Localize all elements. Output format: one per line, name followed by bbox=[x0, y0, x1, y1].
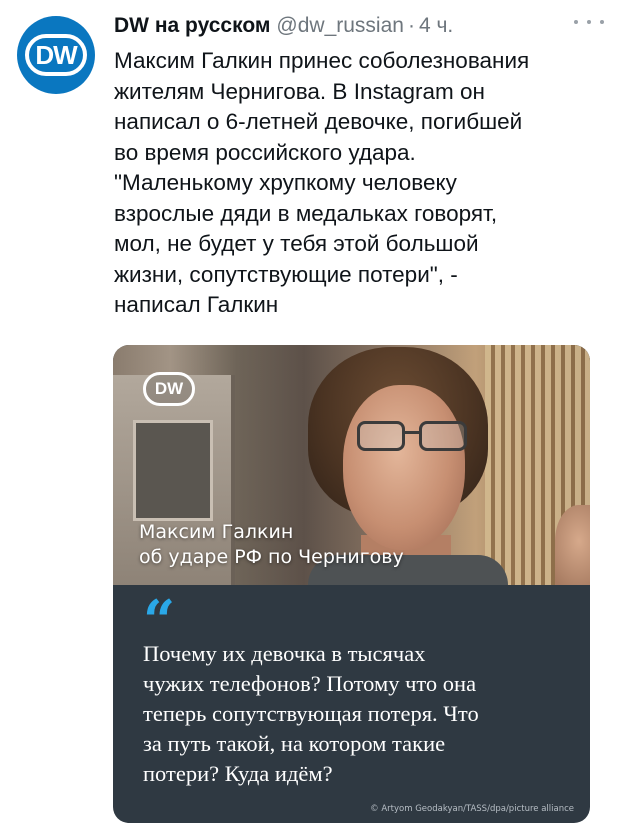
tweet-line: взрослые дяди в медальках говорят, bbox=[114, 200, 498, 226]
quote-text: Почему их девочка в тысячах чужих телефо… bbox=[143, 639, 563, 789]
tweet-header: DW на русском @dw_russian · 4 ч. bbox=[114, 14, 604, 44]
tweet-line: написал Галкин bbox=[114, 292, 279, 317]
avatar[interactable]: DW bbox=[17, 16, 95, 94]
glasses-right-lens bbox=[419, 421, 467, 451]
glasses-left-lens bbox=[357, 421, 405, 451]
background-person bbox=[555, 505, 590, 585]
more-dot bbox=[600, 20, 604, 24]
card-dw-logo: DW bbox=[143, 372, 195, 406]
quote-line: потери? Куда идём? bbox=[143, 761, 333, 786]
tweet-time[interactable]: 4 ч. bbox=[419, 14, 453, 38]
media-card[interactable]: DW Максим Галкин об ударе РФ по Чернигов… bbox=[113, 345, 590, 823]
tweet-line: жизни, сопутствующие потери", - bbox=[114, 261, 458, 287]
quote-line: теперь сопутствующая потеря. Что bbox=[143, 701, 479, 726]
tweet-line: написал о 6-летней девочке, погибшей bbox=[114, 109, 523, 134]
face bbox=[343, 385, 465, 550]
tweet-line: мол, не будет у тебя этой большой bbox=[114, 231, 479, 256]
glasses-bridge bbox=[403, 431, 421, 434]
tweet-line: "Маленькому хрупкому человеку bbox=[114, 170, 457, 195]
caption-subtitle: об ударе РФ по Чернигову bbox=[139, 546, 404, 568]
quote-line: Почему их девочка в тысячах bbox=[143, 641, 426, 666]
dw-logo: DW bbox=[25, 34, 87, 76]
tweet-line: Максим Галкин принес соболезнования bbox=[114, 48, 530, 73]
more-options-button[interactable] bbox=[574, 10, 604, 34]
photo-credit: © Artyom Geodakyan/TASS/dpa/picture alli… bbox=[370, 804, 574, 814]
quote-line: чужих телефонов? Потому что она bbox=[143, 671, 477, 696]
caption-name: Максим Галкин bbox=[139, 521, 294, 543]
background-window bbox=[133, 420, 213, 521]
separator: · bbox=[407, 14, 415, 37]
author-handle[interactable]: @dw_russian bbox=[276, 14, 404, 38]
tweet-line: жителям Чернигова. В Instagram он bbox=[114, 78, 485, 104]
author-name[interactable]: DW на русском bbox=[114, 14, 270, 38]
tweet-line: во время российского удара. bbox=[114, 139, 416, 165]
tweet-text: Максим Галкин принес соболезнования жите… bbox=[114, 46, 604, 321]
more-horizontal-icon bbox=[574, 20, 578, 24]
quote-line: за путь такой, на котором такие bbox=[143, 731, 446, 756]
more-dot bbox=[587, 20, 591, 24]
